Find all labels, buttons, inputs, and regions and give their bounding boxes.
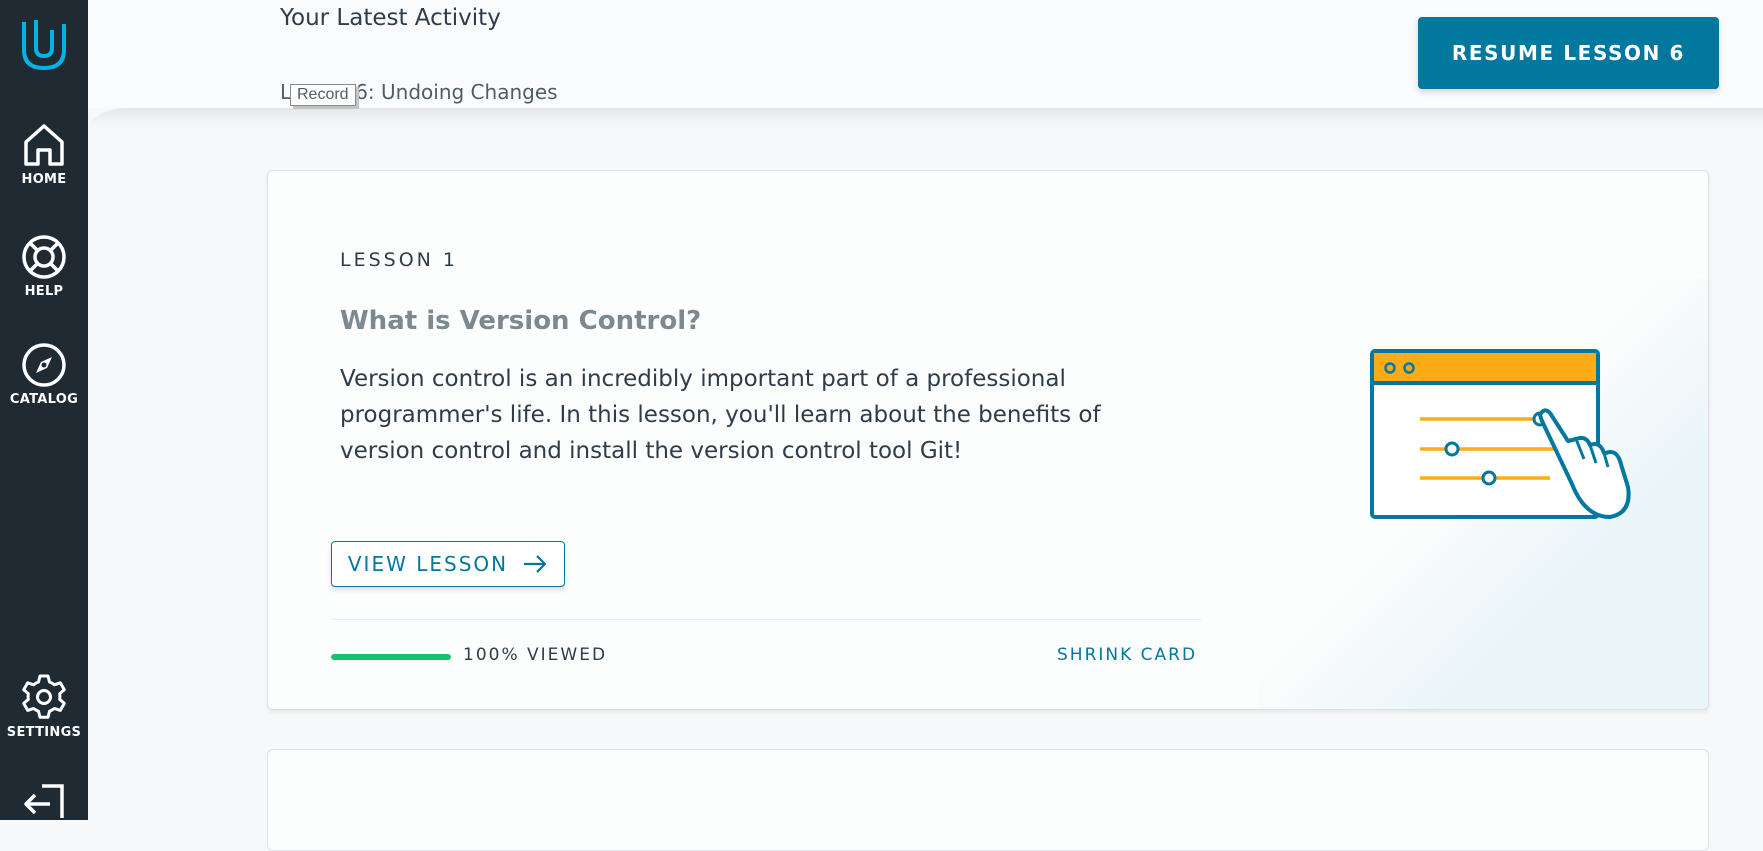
lesson-number: LESSON 1: [340, 249, 459, 271]
lesson-progress-fill: [331, 654, 451, 660]
activity-bar-shadow: [88, 108, 1763, 130]
sidebar: HOME HELP CATALOG SETTINGS: [0, 0, 88, 820]
lesson-card: LESSON 1 What is Version Control? Versio…: [267, 170, 1709, 710]
sidebar-item-label: HELP: [24, 284, 64, 299]
version-control-illustration: [1370, 349, 1631, 519]
resume-lesson-button[interactable]: RESUME LESSON 6: [1418, 17, 1719, 89]
compass-icon: [22, 343, 66, 387]
sidebar-item-settings[interactable]: SETTINGS: [0, 673, 88, 740]
home-icon: [24, 124, 64, 166]
latest-activity-title: Your Latest Activity: [280, 5, 501, 31]
sidebar-item-home[interactable]: HOME: [0, 122, 88, 187]
record-tooltip: Record: [290, 84, 356, 106]
logout-icon: [24, 784, 64, 818]
next-lesson-card: [267, 749, 1709, 851]
lifebuoy-icon: [22, 235, 66, 279]
progress-label: 100% VIEWED: [463, 645, 608, 665]
view-lesson-button[interactable]: VIEW LESSON: [331, 541, 565, 587]
lesson-description: Version control is an incredibly importa…: [340, 366, 1101, 464]
card-divider: [331, 619, 1201, 620]
sidebar-item-logout[interactable]: [0, 782, 88, 820]
shrink-card-link[interactable]: SHRINK CARD: [1057, 645, 1197, 665]
view-lesson-label: VIEW LESSON: [347, 552, 509, 576]
sidebar-item-label: SETTINGS: [6, 725, 82, 740]
sidebar-item-label: CATALOG: [9, 392, 79, 407]
sidebar-item-help[interactable]: HELP: [0, 234, 88, 299]
lesson-title: What is Version Control?: [340, 306, 702, 336]
sidebar-item-label: HOME: [21, 172, 67, 187]
udacity-logo-icon[interactable]: [20, 18, 68, 72]
gear-icon: [22, 674, 66, 719]
sidebar-item-catalog[interactable]: CATALOG: [0, 342, 88, 407]
arrow-right-icon: [524, 555, 547, 573]
lesson-progress-bar: [331, 654, 451, 660]
